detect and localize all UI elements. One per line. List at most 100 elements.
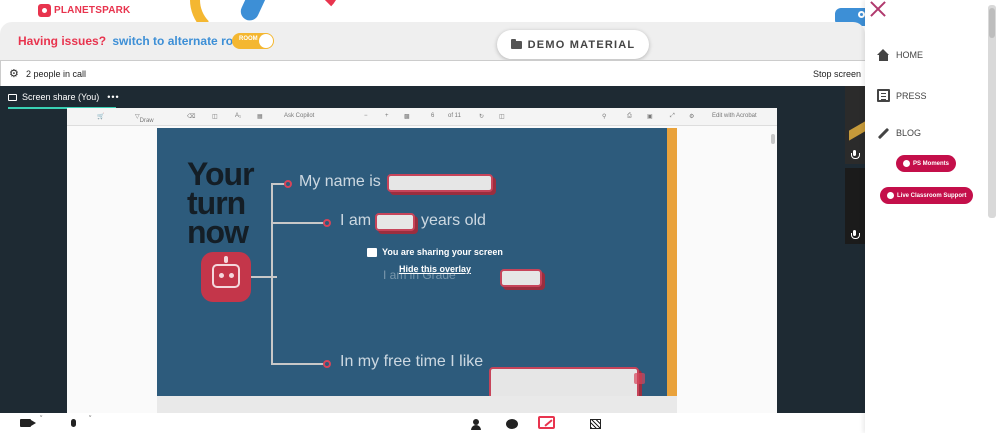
top-brand-bar: PLANETSPARK	[0, 0, 865, 40]
issues-message: Having issues? switch to alternate room	[18, 34, 251, 48]
sharing-overlay-title: You are sharing your screen	[355, 247, 515, 257]
text-icon[interactable]: A₁	[235, 113, 241, 119]
folder-icon	[510, 38, 522, 49]
next-page-edge	[157, 396, 677, 413]
issues-bar: Having issues? switch to alternate room	[0, 22, 865, 60]
microphone-icon[interactable]	[71, 419, 76, 427]
node-dot	[323, 219, 331, 227]
slide-corner-icon	[634, 373, 645, 384]
chevron-down-icon[interactable]: ˇ	[40, 416, 42, 423]
zoom-in-icon[interactable]: +	[385, 113, 389, 119]
prompt-free-time: In my free time I like	[340, 353, 484, 370]
whiteboard-icon[interactable]	[590, 419, 601, 429]
answer-box-age	[375, 213, 415, 231]
page-total: of 11	[448, 113, 461, 119]
chat-icon[interactable]	[506, 419, 518, 429]
connector-vertical	[271, 183, 273, 365]
slide-heading: Your turn now	[187, 156, 255, 250]
search-icon[interactable]: ⚲	[602, 113, 606, 120]
scrollbar-thumb[interactable]	[989, 8, 995, 38]
logo-mark-icon	[38, 4, 51, 17]
menu-item-press[interactable]: PRESS	[877, 89, 927, 102]
screen-share-toggle-icon[interactable]	[538, 416, 555, 429]
mic-icon	[851, 150, 860, 159]
eraser-icon[interactable]: ⌫	[187, 113, 195, 120]
menu-item-label: PRESS	[896, 90, 927, 101]
page-number-input[interactable]: 6	[431, 113, 434, 119]
fullscreen-icon[interactable]: ⤢	[670, 113, 675, 120]
pencil-icon	[877, 127, 890, 139]
prompt-age: I am	[340, 212, 372, 229]
call-header: ⚙ 2 people in call Stop screen	[0, 60, 865, 86]
menu-item-home[interactable]: HOME	[877, 49, 923, 61]
live-support-label: Live Classroom Support	[897, 192, 967, 199]
slide-side-stripe	[667, 128, 677, 396]
side-menu	[865, 0, 1000, 433]
participant-tile[interactable]	[845, 168, 865, 244]
robot-icon	[201, 252, 251, 302]
screen-share-tab-label: Screen share (You)	[22, 92, 100, 102]
reader-icon[interactable]: ▦	[257, 113, 263, 120]
viewer-scrollbar[interactable]	[771, 134, 775, 144]
rotate-icon[interactable]: ↻	[479, 113, 484, 120]
video-feed	[849, 121, 865, 141]
newspaper-icon	[877, 89, 890, 102]
node-dot	[323, 360, 331, 368]
chevron-down-icon[interactable]: ˇ	[89, 416, 91, 423]
menu-item-blog[interactable]: BLOG	[877, 127, 922, 139]
people-count: 2 people in call	[26, 69, 87, 79]
call-controls: ˇ ˇ	[0, 413, 865, 433]
ps-moments-button[interactable]: PS Moments	[896, 155, 957, 172]
alternate-room-toggle[interactable]: ROOM	[232, 33, 274, 49]
ask-copilot[interactable]: Ask Copilot	[284, 113, 314, 119]
edit-with-acrobat[interactable]: Edit with Acrobat	[712, 113, 757, 119]
answer-box-name	[387, 174, 493, 192]
menu-item-label: HOME	[896, 50, 923, 60]
monitor-icon	[8, 93, 17, 101]
hide-overlay-link[interactable]: Hide this overlay	[355, 264, 515, 274]
pdf-toolbar: 🛒 ▽ Draw ⌫ ◫ A₁ ▦ Ask Copilot − + ▩ 6 of…	[67, 108, 777, 126]
save-icon[interactable]: ▣	[647, 113, 653, 120]
cart-icon[interactable]: 🛒	[97, 113, 104, 120]
switch-room-link[interactable]: switch to alternate room	[112, 34, 251, 48]
menu-item-label: BLOG	[896, 128, 922, 138]
stop-screen-share-button[interactable]: Stop screen	[813, 69, 861, 79]
zoom-out-icon[interactable]: −	[364, 113, 368, 119]
toggle-label: ROOM	[239, 36, 258, 42]
prompt-years-old: years old	[421, 212, 486, 229]
sharing-overlay: You are sharing your screen Hide this ov…	[355, 247, 515, 274]
demo-material-button[interactable]: DEMO MATERIAL	[497, 30, 649, 59]
node-dot	[284, 180, 292, 188]
participants-icon[interactable]	[471, 419, 481, 430]
connector	[271, 183, 285, 185]
issues-prefix: Having issues?	[18, 34, 107, 48]
close-icon[interactable]	[869, 0, 887, 18]
prompt-name: My name is	[299, 173, 381, 190]
more-options-icon[interactable]: •••	[107, 92, 119, 102]
live-classroom-support-button[interactable]: Live Classroom Support	[880, 187, 974, 204]
ps-moments-label: PS Moments	[913, 160, 950, 167]
connector	[271, 222, 327, 224]
camera-icon[interactable]	[20, 419, 36, 427]
participant-tile[interactable]	[845, 86, 865, 164]
planetspark-logo[interactable]: PLANETSPARK	[38, 4, 130, 17]
two-page-icon[interactable]: ◫	[499, 113, 505, 120]
print-icon[interactable]: ⎙	[627, 113, 632, 120]
demo-material-label: DEMO MATERIAL	[527, 38, 636, 51]
answer-box-free-time	[489, 367, 639, 396]
logo-text: PLANETSPARK	[54, 5, 131, 16]
connector	[251, 276, 277, 278]
connector	[271, 363, 327, 365]
toggle-knob	[259, 34, 273, 48]
mic-icon	[851, 230, 860, 239]
decorative-arc-red	[280, 0, 340, 15]
share-screen-icon	[367, 247, 378, 257]
settings-icon[interactable]: ⚙	[689, 113, 694, 120]
gear-icon[interactable]: ⚙	[9, 67, 19, 80]
close-circle-icon	[903, 160, 910, 167]
tab-screen-share[interactable]: Screen share (You) •••	[8, 92, 120, 102]
fit-page-icon[interactable]: ▩	[404, 113, 410, 120]
page-view-icon[interactable]: ◫	[212, 113, 218, 120]
draw-tool[interactable]: ▽ Draw	[135, 113, 154, 124]
home-icon	[877, 49, 890, 61]
